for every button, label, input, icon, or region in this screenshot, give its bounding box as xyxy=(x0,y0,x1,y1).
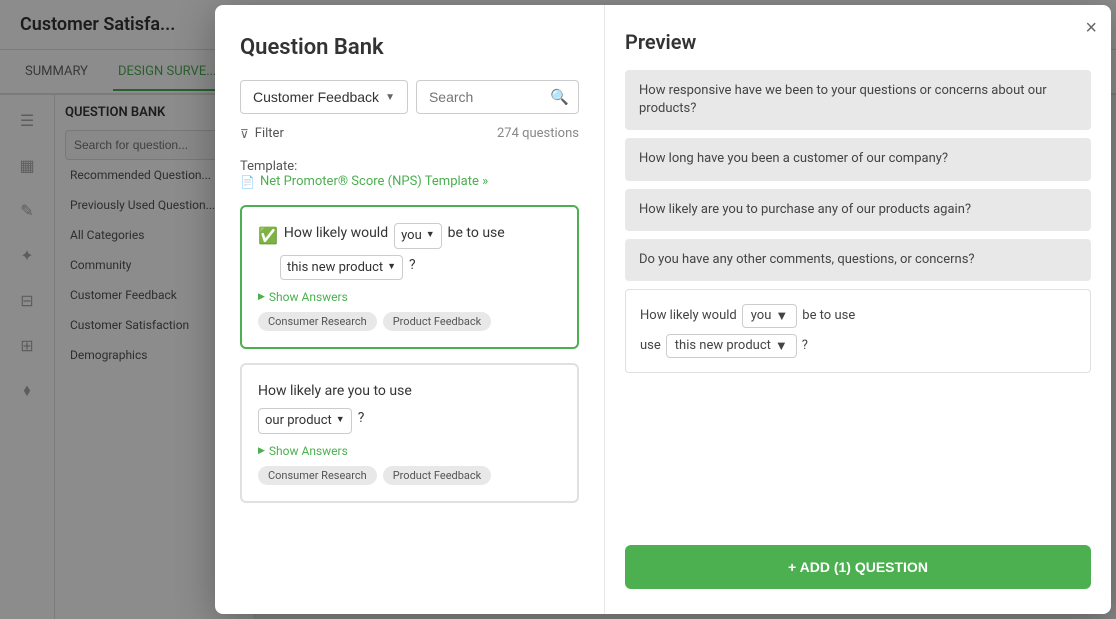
question-card-1[interactable]: ✅ How likely would you ▼ be to use this … xyxy=(240,205,579,349)
preview-use-label: use xyxy=(640,338,661,353)
preview-active-question: How likely would you ▼ be to use use thi… xyxy=(625,289,1091,373)
filter-icon: ⊽ xyxy=(240,127,249,141)
question-bank-modal: × Question Bank Customer Feedback ▼ 🔍 ⊽ … xyxy=(215,5,1111,614)
chevron-down-icon: ▼ xyxy=(775,308,788,324)
arrow-right-icon: ▶ xyxy=(258,292,265,302)
preview-you-select[interactable]: you ▼ xyxy=(742,304,798,328)
q2-product-label: our product xyxy=(265,411,332,431)
tag-consumer-research-1[interactable]: Consumer Research xyxy=(258,312,377,331)
show-answers-1[interactable]: ▶ Show Answers xyxy=(258,290,561,304)
question-card-2-body: How likely are you to use our product ▼ … xyxy=(258,381,561,434)
search-input-wrap: 🔍 xyxy=(416,80,579,114)
check-icon: ✅ xyxy=(258,224,278,248)
chevron-down-icon: ▼ xyxy=(775,338,788,354)
q1-part1: How likely would xyxy=(284,223,388,244)
q1-product-select[interactable]: this new product ▼ xyxy=(280,255,403,281)
preview-q-1-text: How responsive have we been to your ques… xyxy=(639,83,1047,116)
q2-product-select[interactable]: our product ▼ xyxy=(258,408,352,434)
template-row: Template: 📄 Net Promoter® Score (NPS) Te… xyxy=(240,155,579,189)
modal-left-panel: Question Bank Customer Feedback ▼ 🔍 ⊽ Fi… xyxy=(215,5,605,614)
q2-text: How likely are you to use xyxy=(258,381,412,402)
category-dropdown[interactable]: Customer Feedback ▼ xyxy=(240,80,408,114)
close-button[interactable]: × xyxy=(1085,17,1097,40)
chevron-down-icon: ▼ xyxy=(426,229,435,243)
search-icon: 🔍 xyxy=(550,88,569,106)
preview-inline-row: How likely would you ▼ be to use xyxy=(640,304,1076,328)
preview-you-label: you xyxy=(751,308,772,323)
preview-product-select[interactable]: this new product ▼ xyxy=(666,334,797,358)
question-1-text: ✅ How likely would you ▼ be to use xyxy=(258,223,561,249)
preview-mid: be to use xyxy=(802,308,855,323)
preview-q-2-text: How long have you been a customer of our… xyxy=(639,151,948,166)
tag-product-feedback-1[interactable]: Product Feedback xyxy=(383,312,492,331)
chevron-down-icon: ▼ xyxy=(336,414,345,428)
document-icon: 📄 xyxy=(240,175,255,189)
filter-row: ⊽ Filter 274 questions xyxy=(240,126,579,141)
preview-q-1: How responsive have we been to your ques… xyxy=(625,70,1091,130)
q1-product-label: this new product xyxy=(287,258,383,278)
chevron-down-icon: ▼ xyxy=(387,261,396,275)
question-card-1-body: ✅ How likely would you ▼ be to use this … xyxy=(258,223,561,280)
preview-title: Preview xyxy=(625,30,1091,54)
preview-q-3-text: How likely are you to purchase any of ou… xyxy=(639,202,971,217)
question-2-text-row2: our product ▼ ? xyxy=(258,408,561,434)
show-answers-2-label: Show Answers xyxy=(269,444,348,458)
question-1-text-row2: this new product ▼ ? xyxy=(258,255,561,281)
q1-you-label: you xyxy=(401,226,422,246)
preview-suffix: ? xyxy=(802,338,808,353)
q1-suffix: ? xyxy=(409,255,416,276)
arrow-right-icon: ▶ xyxy=(258,446,265,456)
template-label: Template: xyxy=(240,159,297,174)
preview-inline-row2: use this new product ▼ ? xyxy=(640,334,1076,358)
template-link[interactable]: 📄 Net Promoter® Score (NPS) Template » xyxy=(240,174,579,189)
preview-q-4-text: Do you have any other comments, question… xyxy=(639,252,975,267)
search-row: Customer Feedback ▼ 🔍 xyxy=(240,80,579,114)
question-2-text: How likely are you to use xyxy=(258,381,561,402)
question-2-tags: Consumer Research Product Feedback xyxy=(258,466,561,485)
chevron-down-icon: ▼ xyxy=(385,92,395,103)
template-link-text: Net Promoter® Score (NPS) Template » xyxy=(260,174,488,189)
preview-q-2: How long have you been a customer of our… xyxy=(625,138,1091,180)
question-count: 274 questions xyxy=(497,126,579,141)
question-card-2[interactable]: How likely are you to use our product ▼ … xyxy=(240,363,579,503)
filter-left: ⊽ Filter xyxy=(240,126,284,141)
show-answers-1-label: Show Answers xyxy=(269,290,348,304)
q1-part2: be to use xyxy=(448,223,505,244)
modal-title: Question Bank xyxy=(240,35,579,60)
tag-consumer-research-2[interactable]: Consumer Research xyxy=(258,466,377,485)
preview-prefix: How likely would xyxy=(640,308,737,323)
add-question-button[interactable]: + ADD (1) QUESTION xyxy=(625,545,1091,589)
category-label: Customer Feedback xyxy=(253,89,379,105)
preview-questions-list: How responsive have we been to your ques… xyxy=(625,70,1091,529)
show-answers-2[interactable]: ▶ Show Answers xyxy=(258,444,561,458)
filter-label[interactable]: Filter xyxy=(255,126,284,141)
q1-you-select[interactable]: you ▼ xyxy=(394,223,442,249)
preview-q-3: How likely are you to purchase any of ou… xyxy=(625,189,1091,231)
question-1-tags: Consumer Research Product Feedback xyxy=(258,312,561,331)
modal-right-panel: Preview How responsive have we been to y… xyxy=(605,5,1111,614)
q2-suffix: ? xyxy=(358,408,365,429)
preview-product-label: this new product xyxy=(675,338,771,353)
tag-product-feedback-2[interactable]: Product Feedback xyxy=(383,466,492,485)
preview-q-4: Do you have any other comments, question… xyxy=(625,239,1091,281)
